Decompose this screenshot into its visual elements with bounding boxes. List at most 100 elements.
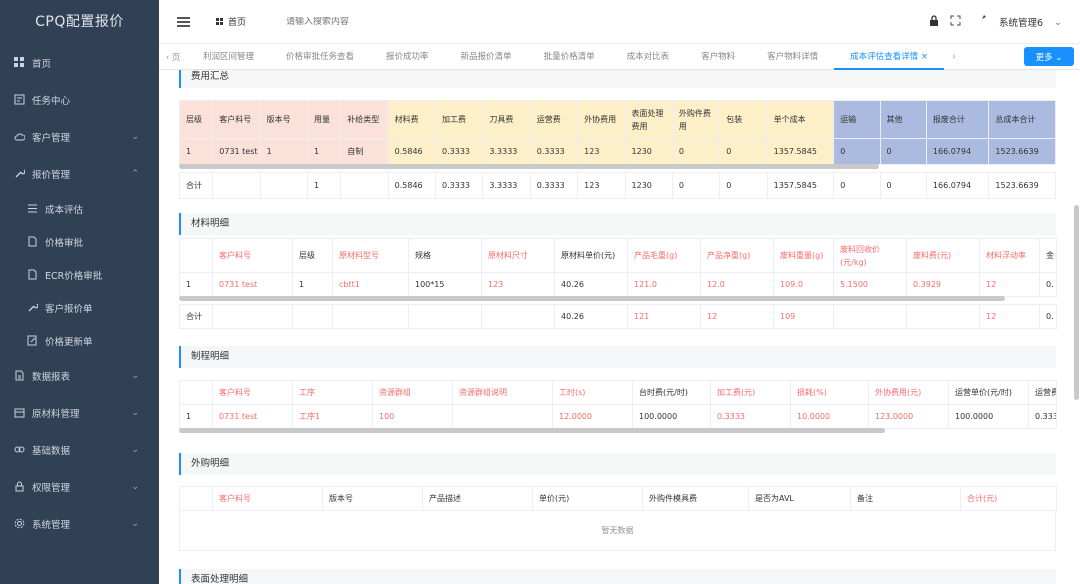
table-header [179, 238, 213, 273]
table-header: 备注 [850, 486, 961, 511]
table-header: 废料回收价(元/kg) [833, 238, 907, 273]
table-cell: 100.0000 [632, 404, 711, 429]
tab-5[interactable]: 成本对比表 [611, 44, 686, 70]
table-header: 客户料号 [212, 380, 293, 405]
sidebar-item-5[interactable]: 价格审批 [0, 225, 159, 258]
table-cell: 0 [833, 172, 881, 199]
sidebar-item-7[interactable]: 客户报价单 [0, 291, 159, 324]
table-header: 用量 [307, 100, 342, 139]
sidebar-item-8[interactable]: 价格更新单 [0, 324, 159, 357]
tabs-scroll-left-icon[interactable]: ‹ 页 [159, 51, 187, 63]
table-header: 客户料号 [212, 486, 323, 511]
table-cell: 166.0794 [925, 138, 990, 165]
sidebar-item-0[interactable]: 首页 [0, 44, 159, 81]
table-cell: 合计 [179, 304, 213, 329]
table-header [179, 380, 213, 405]
chevron-down-icon: ⌄ [131, 518, 139, 529]
sidebar-item-label: 成本评估 [45, 204, 84, 216]
sidebar-item-label: 价格审批 [45, 237, 84, 249]
table-header: 损耗(%) [790, 380, 869, 405]
sidebar-item-label: 客户报价单 [45, 303, 93, 315]
user-name[interactable]: 系统管理6 [999, 15, 1043, 29]
tab-7[interactable]: 客户物料详情 [751, 44, 834, 70]
lock-icon[interactable] [929, 15, 939, 29]
tab-2[interactable]: 报价成功率 [370, 44, 445, 70]
horizontal-scrollbar[interactable] [179, 164, 879, 169]
grid-icon [216, 18, 223, 25]
table-header: 刀具费 [482, 100, 531, 139]
doc-icon [26, 236, 38, 248]
chevron-up-icon: ⌃ [131, 168, 139, 179]
section-cost-summary: 费用汇总 [179, 70, 1056, 88]
table-cell: 1 [179, 404, 213, 429]
table-cell: 123.0000 [868, 404, 949, 429]
hamburger-icon[interactable] [177, 16, 190, 27]
box-icon [13, 407, 25, 419]
sidebar-item-12[interactable]: 权限管理 ⌄ [0, 468, 159, 505]
table-header: 运输 [833, 100, 881, 139]
table-cell: 0. [1039, 304, 1057, 329]
sidebar-item-label: 权限管理 [32, 482, 71, 494]
material-table: 客户料号 层级 原材料型号 规格 原材料尺寸 原材料单价(元) 产品毛重(g) 产品净重(g)… [179, 238, 1057, 329]
table-header: 原材料尺寸 [481, 238, 555, 273]
vertical-scrollbar[interactable] [1074, 205, 1079, 400]
table-cell: 0.5846 [387, 172, 437, 199]
table-cell: 123 [577, 172, 626, 199]
tab-3[interactable]: 新品报价清单 [445, 44, 528, 70]
table-cell: 0 [879, 172, 927, 199]
sidebar-item-4[interactable]: 成本评估 [0, 192, 159, 225]
sidebar-item-2[interactable]: 客户管理 ⌄ [0, 118, 159, 155]
breadcrumb[interactable]: 首页 [216, 15, 246, 28]
list-icon [26, 203, 38, 215]
table-header: 客户料号 [212, 100, 261, 139]
table-cell: 1230 [624, 138, 673, 165]
table-header: 废料费(元) [906, 238, 980, 273]
table-header: 版本号 [259, 100, 309, 139]
tab-0[interactable]: 利润区间管理 [187, 44, 270, 70]
sidebar-item-11[interactable]: 基础数据 ⌄ [0, 431, 159, 468]
sidebar-item-10[interactable]: 原材料管理 ⌄ [0, 394, 159, 431]
report-icon [13, 370, 25, 382]
sidebar-item-3[interactable]: 报价管理 ⌃ [0, 155, 159, 192]
table-header: 资源群组 [372, 380, 453, 405]
table-header: 工序 [292, 380, 373, 405]
horizontal-scrollbar[interactable] [179, 428, 885, 433]
table-header: 产品净重(g) [700, 238, 774, 273]
table-cell: 1 [292, 272, 333, 297]
table-cell: 0.3333 [435, 172, 484, 199]
avatar[interactable] [972, 13, 988, 32]
fullscreen-icon[interactable] [950, 15, 961, 29]
table-cell [906, 304, 980, 329]
cost-summary-table: 层级 客户料号 版本号 用量 补给类型 材料费 加工费 刀具费 运营费 外协费用 表面处理费用 外购件… [178, 100, 1056, 199]
sidebar-item-13[interactable]: 系统管理 ⌄ [0, 505, 159, 542]
table-header: 废料重量(g) [773, 238, 834, 273]
tabs-scroll-right-icon[interactable]: › [944, 52, 964, 62]
task-icon [13, 94, 25, 106]
horizontal-scrollbar[interactable] [179, 296, 1005, 301]
table-cell [408, 304, 482, 329]
table-cell: 1 [307, 138, 342, 165]
table-cell: 0731 test [212, 272, 293, 297]
tab-4[interactable]: 批量价格清单 [528, 44, 611, 70]
tab-8[interactable]: 成本评估查看详情 × [834, 44, 944, 70]
sidebar: CPQ配置报价 首页 任务中心 客户管理 ⌄ 报价管理 ⌃ 成本评估 价格审批 ECR价格审批客… [0, 0, 159, 584]
process-table: 客户料号 工序 资源群组 资源群组说明 工时(s) 台时费(元/时) 加工费(元) 损耗(%)… [179, 380, 1057, 429]
sidebar-item-6[interactable]: ECR价格审批 [0, 258, 159, 291]
tab-1[interactable]: 价格审批任务查看 [270, 44, 370, 70]
sidebar-item-1[interactable]: 任务中心 [0, 81, 159, 118]
table-header: 层级 [178, 100, 214, 139]
table-cell: 121 [627, 304, 701, 329]
chevron-down-icon[interactable]: ⌄ [1054, 17, 1062, 28]
table-cell: 1357.5845 [766, 172, 835, 199]
more-button[interactable]: 更多 ⌄ [1024, 47, 1074, 66]
chevron-down-icon: ⌄ [131, 370, 139, 381]
sidebar-item-9[interactable]: 数据报表 ⌄ [0, 357, 159, 394]
table-cell: 121.0 [627, 272, 701, 297]
doc-icon [26, 269, 38, 281]
table-cell [481, 304, 555, 329]
sidebar-item-label: 客户管理 [32, 132, 71, 144]
search-input[interactable] [286, 16, 437, 27]
table-header: 外购件费用 [671, 100, 721, 139]
table-header: 合计(元) [960, 486, 1057, 511]
tab-6[interactable]: 客户物料 [685, 44, 751, 70]
